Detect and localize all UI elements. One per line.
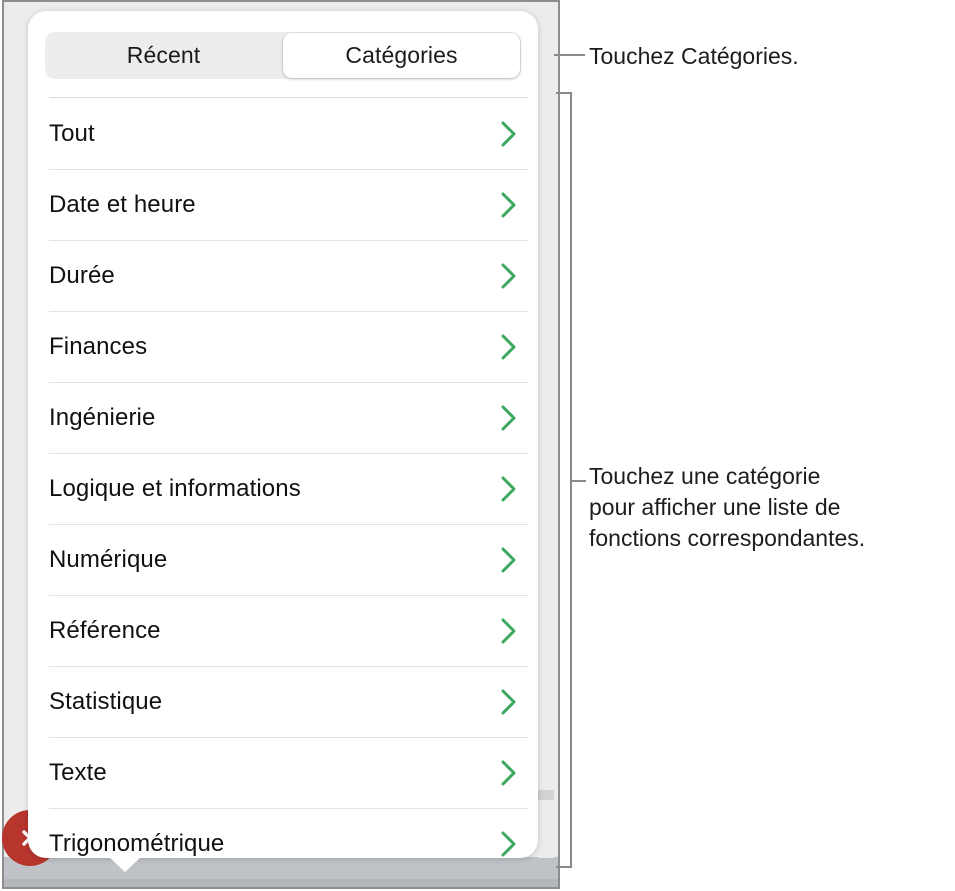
chevron-right-icon <box>488 616 530 646</box>
list-item-label: Statistique <box>49 687 163 715</box>
list-item[interactable]: Ingénierie <box>28 382 538 453</box>
chevron-right-icon <box>488 758 530 788</box>
callout-bracket-stub <box>572 480 586 482</box>
chevron-right-icon <box>488 687 530 717</box>
list-item[interactable]: Texte <box>28 737 538 808</box>
list-item-label: Texte <box>49 758 107 786</box>
list-item-label: Ingénierie <box>49 403 156 431</box>
chevron-right-icon <box>488 332 530 362</box>
list-scrollbar-track[interactable] <box>538 11 554 858</box>
popover-pointer-arrow <box>108 856 142 872</box>
window-bottom-bar <box>4 857 558 887</box>
list-item-label: Finances <box>49 332 148 360</box>
function-browser-tabs: Récent Catégories <box>45 32 521 79</box>
screenshot-root: Récent Catégories Tout Date et heure Durée… <box>0 0 955 891</box>
list-item[interactable]: Finances <box>28 311 538 382</box>
callout-list-text: Touchez une catégorie pour afficher une … <box>589 463 866 551</box>
list-item-label: Logique et informations <box>49 474 301 502</box>
window-bottom-bar-inner <box>4 879 558 887</box>
chevron-right-icon <box>488 119 530 149</box>
callout-bracket-top-tick <box>556 92 572 94</box>
list-item[interactable]: Statistique <box>28 666 538 737</box>
list-item[interactable]: Référence <box>28 595 538 666</box>
list-item-label: Tout <box>49 119 95 147</box>
category-rows: Tout Date et heure Durée Finances Ingénierie… <box>28 98 538 858</box>
list-scrollbar-thumb[interactable] <box>538 790 554 800</box>
tab-categories[interactable]: Catégories <box>283 33 520 78</box>
list-item[interactable]: Logique et informations <box>28 453 538 524</box>
function-category-list: Tout Date et heure Durée Finances Ingénierie… <box>28 97 538 858</box>
list-item[interactable]: Numérique <box>28 524 538 595</box>
list-item[interactable]: Tout <box>28 98 538 169</box>
chevron-right-icon <box>488 474 530 504</box>
list-item-label: Référence <box>49 616 161 644</box>
tab-recent[interactable]: Récent <box>45 32 282 79</box>
list-item[interactable]: Trigonométrique <box>28 808 538 858</box>
list-item[interactable]: Date et heure <box>28 169 538 240</box>
tab-categories-label: Catégories <box>345 42 458 68</box>
callout-bracket-bottom-tick <box>556 866 572 868</box>
chevron-right-icon <box>488 545 530 575</box>
list-item[interactable]: Durée <box>28 240 538 311</box>
tab-recent-label: Récent <box>126 42 201 68</box>
list-item-label: Date et heure <box>49 190 196 218</box>
function-browser-popover: Récent Catégories Tout Date et heure Durée… <box>28 11 538 858</box>
list-item-label: Durée <box>49 261 115 289</box>
chevron-right-icon <box>488 261 530 291</box>
chevron-right-icon <box>488 829 530 859</box>
chevron-right-icon <box>488 403 530 433</box>
callout-tabs-text: Touchez Catégories. <box>589 43 799 69</box>
list-item-label: Numérique <box>49 545 168 573</box>
list-item-label: Trigonométrique <box>49 829 225 857</box>
chevron-right-icon <box>488 190 530 220</box>
